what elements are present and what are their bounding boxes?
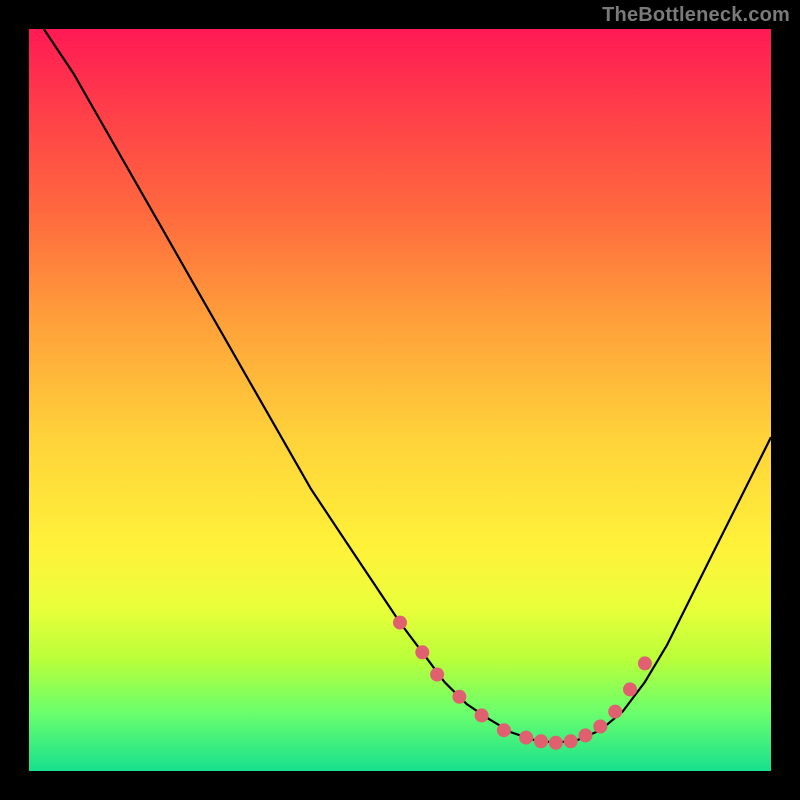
highlight-dot	[593, 720, 607, 734]
highlight-dot	[430, 668, 444, 682]
highlight-dot	[519, 731, 533, 745]
highlight-dots	[393, 616, 652, 750]
highlight-dot	[549, 736, 563, 750]
highlight-dot	[564, 734, 578, 748]
highlight-dot	[475, 708, 489, 722]
highlight-dot	[497, 723, 511, 737]
highlight-dot	[534, 734, 548, 748]
highlight-dot	[415, 645, 429, 659]
highlight-dot	[452, 690, 466, 704]
plot-area	[29, 29, 771, 771]
bottleneck-curve	[44, 29, 771, 743]
highlight-dot	[393, 616, 407, 630]
highlight-dot	[579, 728, 593, 742]
watermark-text: TheBottleneck.com	[602, 4, 790, 27]
chart-stage: TheBottleneck.com	[0, 0, 800, 800]
highlight-dot	[623, 682, 637, 696]
highlight-dot	[608, 705, 622, 719]
chart-svg	[29, 29, 771, 771]
highlight-dot	[638, 656, 652, 670]
